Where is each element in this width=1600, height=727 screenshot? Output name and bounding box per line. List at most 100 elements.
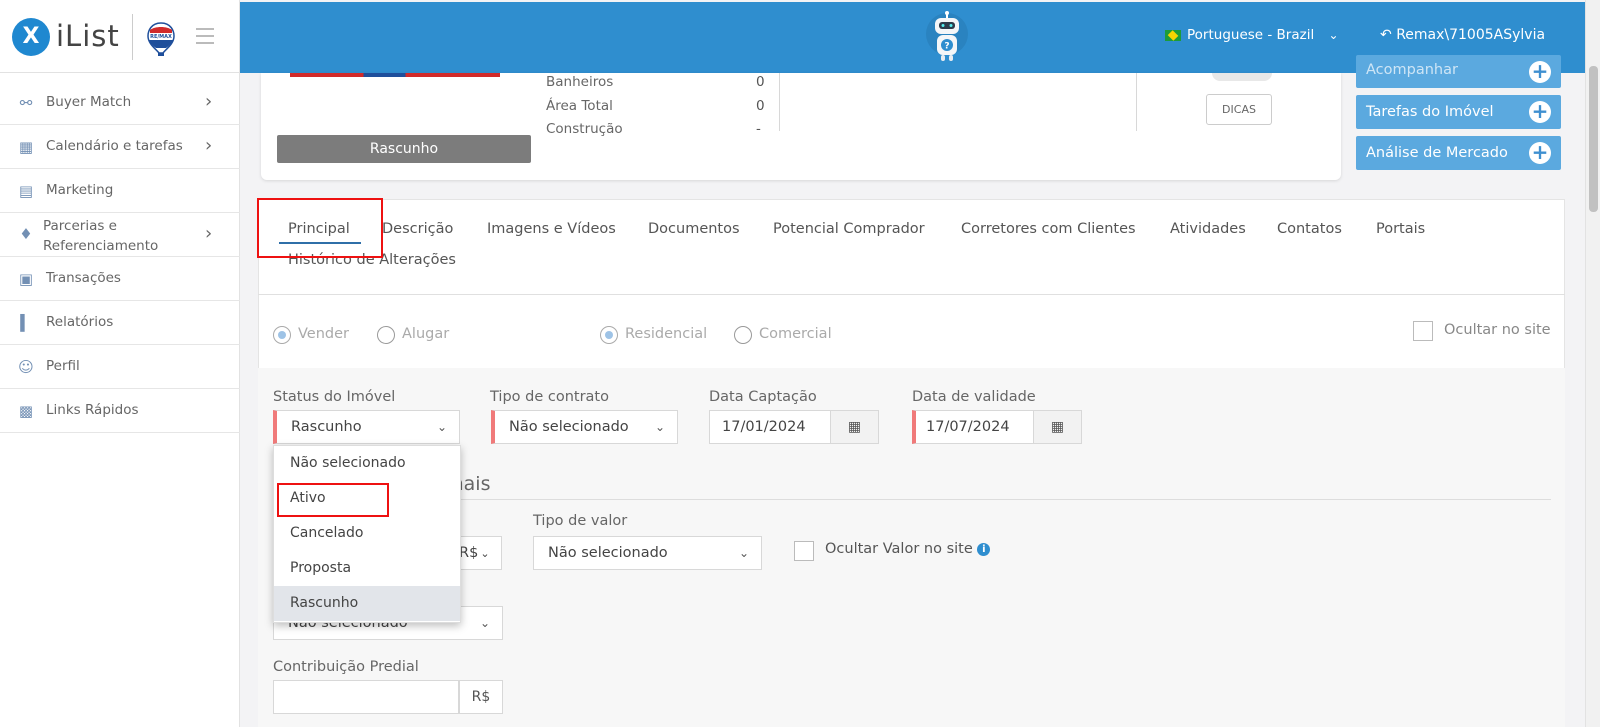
hamburger-menu-icon[interactable] (196, 28, 214, 44)
building-contribution-input[interactable] (273, 680, 459, 714)
card-divider (1136, 73, 1137, 131)
sidebar-item-label: Perfil (46, 358, 80, 374)
hide-value-checkbox[interactable] (794, 541, 814, 561)
validity-date-input[interactable]: 17/07/2024 (912, 410, 1035, 444)
sell-radio[interactable] (273, 326, 291, 344)
sidebar-item-label: Marketing (46, 182, 114, 198)
sidebar-item-label: Parcerias e Referenciamento (43, 218, 159, 254)
info-icon[interactable]: i (977, 543, 991, 556)
scrollbar-thumb[interactable] (1589, 66, 1598, 212)
sidebar-item-label: Buyer Match (46, 94, 132, 110)
chevron-down-icon: ⌄ (1328, 28, 1339, 42)
spec-value: - (756, 121, 761, 137)
capture-date-label: Data Captação (709, 389, 817, 405)
hide-value-text: Ocultar Valor no site (825, 541, 973, 557)
book-icon: ▤ (18, 182, 34, 200)
chevron-right-icon: › (205, 223, 213, 244)
tab-documents[interactable]: Documentos (648, 221, 740, 237)
status-option-selected[interactable]: Rascunho (274, 586, 460, 621)
sidebar-item-buyer-match[interactable]: ⚯ Buyer Match › (0, 81, 240, 125)
section-divider (273, 499, 1551, 500)
handshake-icon: ⚯ (19, 94, 33, 112)
brand-area: X iList RE/MAX (0, 0, 240, 73)
sell-label: Vender (298, 326, 349, 342)
value-type-label: Tipo de valor (533, 513, 628, 529)
sidebar-item-quick-links[interactable]: ▩ Links Rápidos (0, 389, 240, 433)
calendar-icon[interactable]: ▦ (1033, 410, 1082, 444)
page-scrollbar[interactable] (1585, 0, 1600, 727)
chevron-right-icon: › (205, 91, 213, 112)
chevron-down-icon: ⌄ (479, 616, 490, 630)
tab-contacts[interactable]: Contatos (1277, 221, 1342, 237)
language-selector[interactable]: Portuguese - Brazil ⌄ (1165, 27, 1339, 43)
sidebar-item-partnerships[interactable]: ♦ Parcerias e Referenciamento › (0, 212, 240, 257)
status-option[interactable]: Proposta (274, 551, 460, 586)
follow-button-label: Acompanhar (1366, 62, 1458, 78)
brazil-flag-icon (1165, 29, 1181, 41)
status-select-value: Rascunho (291, 419, 362, 435)
currency-suffix: R$ (459, 680, 503, 714)
contract-type-select[interactable]: Não selecionado ⌄ (491, 410, 678, 444)
commercial-label: Comercial (759, 326, 832, 342)
sidebar-item-calendar[interactable]: ▦ Calendário e tarefas › (0, 125, 240, 169)
hide-on-site-checkbox[interactable] (1413, 321, 1433, 341)
contract-type-value: Não selecionado (509, 419, 629, 435)
plus-icon: + (1529, 61, 1551, 83)
highlight-box-principal-tab (257, 198, 383, 258)
ilist-logo-icon: X (12, 18, 50, 56)
commercial-radio[interactable] (734, 326, 752, 344)
bar-chart-icon: ▍ (20, 314, 32, 332)
tab-brokers-clients[interactable]: Corretores com Clientes (961, 221, 1136, 237)
link-grid-icon: ▩ (18, 402, 34, 420)
status-option[interactable]: Cancelado (274, 516, 460, 551)
status-option[interactable]: Não selecionado (274, 446, 460, 481)
avatar-cropped (1212, 73, 1272, 81)
currency-value: R$ (459, 545, 479, 561)
sidebar-item-transactions[interactable]: ▣ Transações (0, 257, 240, 301)
rent-radio[interactable] (377, 326, 395, 344)
follow-button[interactable]: Acompanhar + (1356, 55, 1561, 88)
hide-value-label: Ocultar Valor no site i (825, 541, 991, 557)
status-dropdown-menu: Não selecionado Ativo Cancelado Proposta… (273, 445, 461, 623)
property-tasks-label: Tarefas do Imóvel (1366, 104, 1494, 120)
sidebar-item-reports[interactable]: ▍ Relatórios (0, 301, 240, 345)
property-status-bar: Rascunho (277, 135, 531, 163)
user-icon: ☺ (18, 358, 34, 376)
sidebar-item-label: Links Rápidos (46, 402, 139, 418)
user-name: Remax\71005ASylvia (1396, 27, 1546, 43)
market-analysis-button[interactable]: Análise de Mercado + (1356, 136, 1561, 170)
validity-date-label: Data de validade (912, 389, 1036, 405)
chevron-down-icon: ⌄ (436, 420, 447, 434)
user-menu[interactable]: ↶ Remax\71005ASylvia (1380, 27, 1545, 43)
tab-potential-buyer[interactable]: Potencial Comprador (773, 221, 925, 237)
plus-icon: + (1529, 101, 1551, 123)
tab-activities[interactable]: Atividades (1170, 221, 1246, 237)
property-summary-card (261, 73, 1341, 180)
tab-description[interactable]: Descrição (382, 221, 453, 237)
robot-help-icon[interactable]: ? (925, 10, 969, 64)
hide-on-site-label: Ocultar no site (1444, 322, 1551, 338)
tab-images-videos[interactable]: Imagens e Vídeos (487, 221, 616, 237)
brand-name: iList (56, 19, 120, 53)
chevron-right-icon: › (205, 135, 213, 156)
sidebar-item-label: Relatórios (46, 314, 114, 330)
chevron-down-icon: ⌄ (654, 420, 665, 434)
sidebar-item-marketing[interactable]: ▤ Marketing (0, 169, 240, 213)
handshake-partner-icon: ♦ (19, 225, 33, 243)
property-logo-cropped (290, 73, 500, 77)
spec-value: 0 (756, 74, 765, 90)
residential-label: Residencial (625, 326, 708, 342)
chevron-down-icon: ⌄ (480, 547, 490, 560)
chevron-down-icon: ⌄ (738, 546, 749, 560)
calendar-icon: ▦ (18, 138, 34, 156)
tips-button[interactable]: DICAS (1206, 94, 1272, 125)
capture-date-input[interactable]: 17/01/2024 (709, 410, 831, 444)
value-type-select[interactable]: Não selecionado ⌄ (533, 536, 762, 570)
calendar-icon[interactable]: ▦ (830, 410, 879, 444)
property-tasks-button[interactable]: Tarefas do Imóvel + (1356, 95, 1561, 129)
status-select[interactable]: Rascunho ⌄ (273, 410, 460, 444)
tab-portals[interactable]: Portais (1376, 221, 1425, 237)
rent-label: Alugar (402, 326, 450, 342)
residential-radio[interactable] (600, 326, 618, 344)
sidebar-item-profile[interactable]: ☺ Perfil (0, 345, 240, 389)
